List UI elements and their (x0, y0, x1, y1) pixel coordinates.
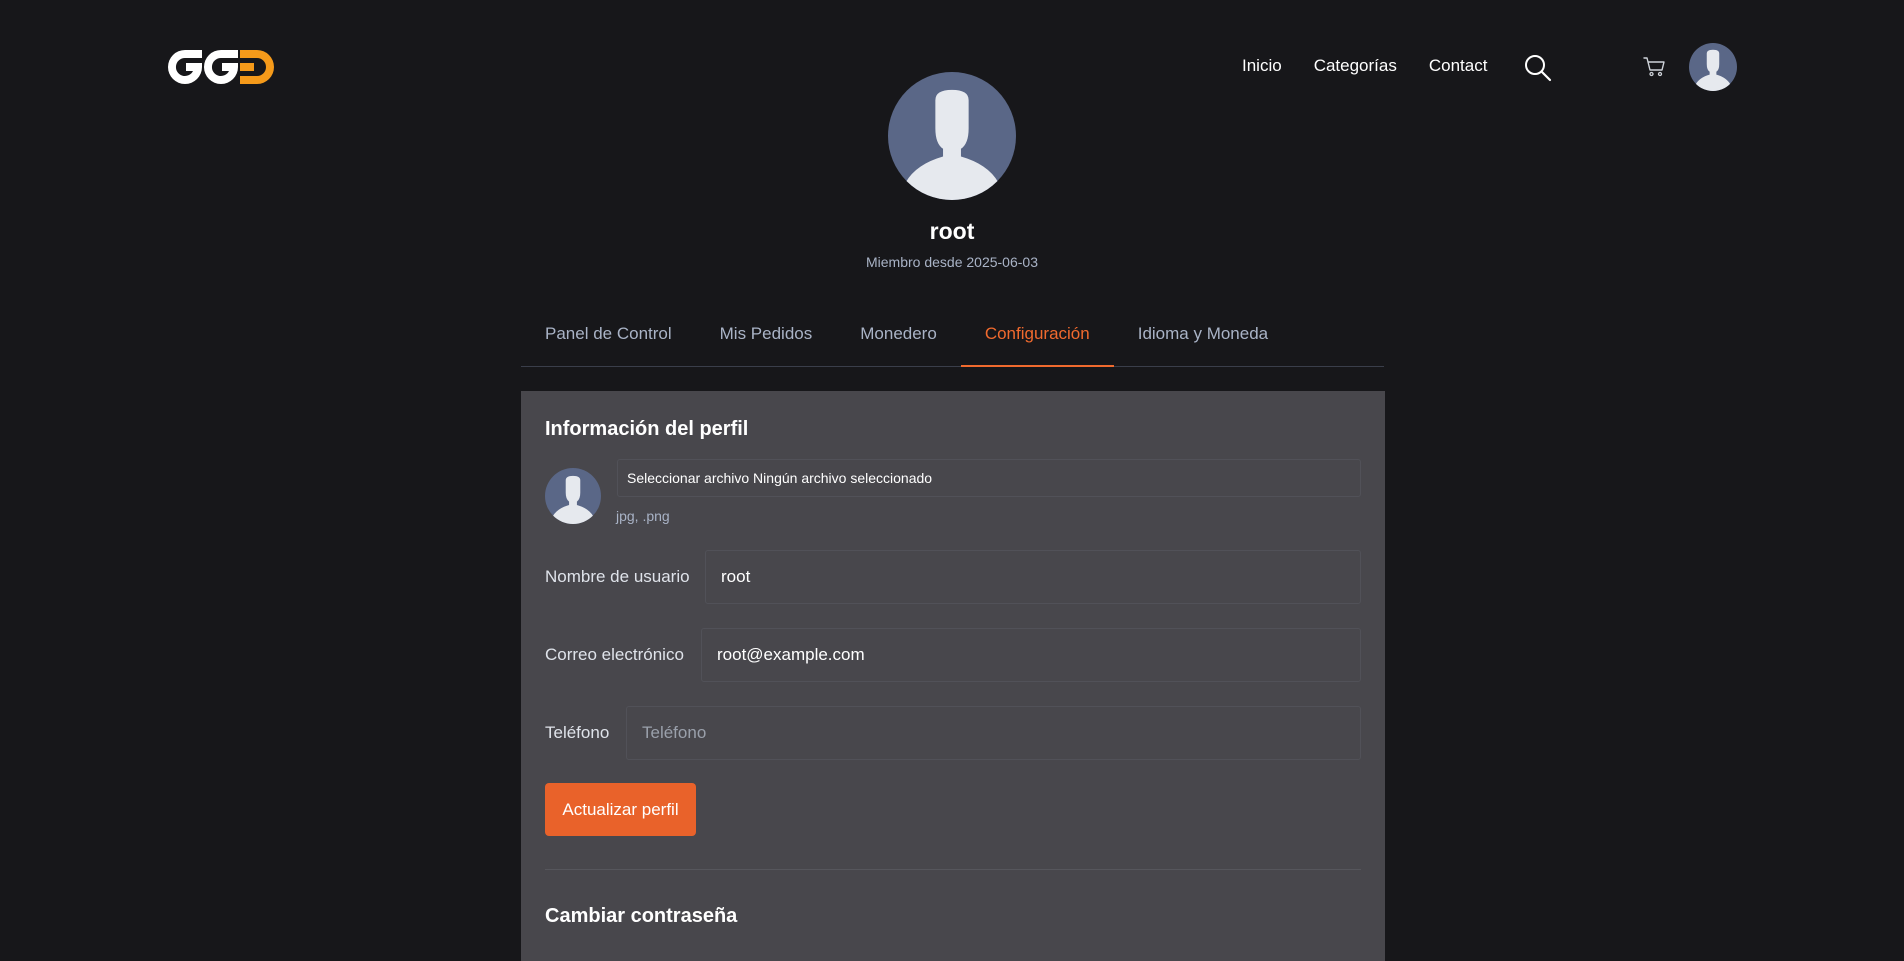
nav-link-categorias[interactable]: Categorías (1314, 56, 1397, 76)
tab-configuracion[interactable]: Configuración (960, 312, 1114, 367)
update-profile-button[interactable]: Actualizar perfil (545, 783, 696, 836)
default-user-icon (1695, 49, 1731, 91)
tab-panel-de-control[interactable]: Panel de Control (521, 312, 696, 366)
profile-photo-preview (545, 468, 601, 524)
file-format-hint: jpg, .png (616, 508, 670, 524)
profile-section-title: Información del perfil (545, 418, 749, 440)
tab-mis-pedidos[interactable]: Mis Pedidos (696, 312, 837, 366)
nav-link-contact[interactable]: Contact (1429, 56, 1488, 76)
settings-card: Información del perfil Seleccionar archi… (521, 391, 1385, 961)
email-field[interactable]: root@example.com (701, 628, 1361, 682)
main-nav: Inicio Categorías Contact (1242, 56, 1519, 76)
email-label: Correo electrónico (545, 645, 684, 664)
default-user-icon (905, 89, 999, 200)
phone-label: Teléfono (545, 723, 610, 742)
cart-icon[interactable] (1643, 56, 1667, 78)
user-avatar-button[interactable] (1689, 43, 1737, 91)
username-label: Nombre de usuario (545, 567, 690, 586)
section-divider (545, 869, 1361, 870)
account-tabs: Panel de Control Mis Pedidos Monedero Co… (521, 312, 1384, 367)
profile-photo-file-input[interactable]: Seleccionar archivo Ningún archivo selec… (617, 459, 1361, 497)
profile-username: root (929, 218, 975, 244)
default-user-icon (552, 475, 594, 524)
password-section-title: Cambiar contraseña (545, 905, 738, 927)
tab-idioma-y-moneda[interactable]: Idioma y Moneda (1114, 312, 1292, 366)
logo[interactable] (168, 50, 274, 84)
tab-monedero[interactable]: Monedero (836, 312, 961, 366)
username-field[interactable]: root (705, 550, 1361, 604)
member-since: Miembro desde 2025-06-03 (866, 254, 1038, 270)
search-icon[interactable] (1524, 54, 1552, 82)
profile-avatar (888, 72, 1016, 200)
phone-field[interactable]: Teléfono (626, 706, 1361, 760)
nav-link-inicio[interactable]: Inicio (1242, 56, 1282, 76)
